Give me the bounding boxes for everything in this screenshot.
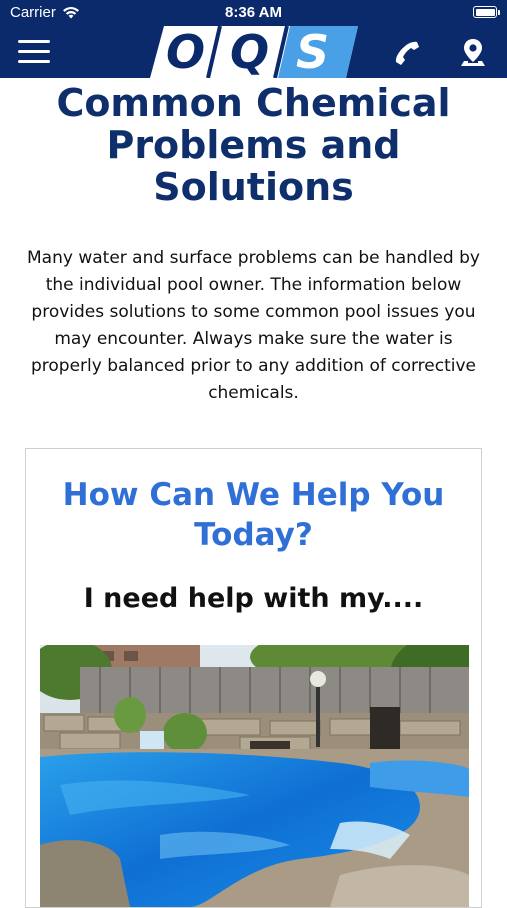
swimming-pool-photo (40, 645, 469, 907)
phone-icon[interactable] (392, 38, 422, 68)
menu-button[interactable] (18, 40, 50, 64)
battery-icon (473, 6, 500, 18)
clock: 8:36 AM (225, 4, 282, 21)
card-title: How Can We Help You Today? (62, 477, 445, 553)
logo-letter-o: O (166, 25, 206, 79)
menu-icon-bar (18, 60, 50, 63)
logo-letter-s: S (296, 25, 330, 79)
pool-image[interactable] (40, 645, 469, 907)
oqs-logo[interactable]: O Q S (150, 26, 358, 78)
card-subtitle: I need help with my.... (83, 583, 424, 614)
help-card: How Can We Help You Today? I need help w… (25, 448, 482, 908)
menu-icon-bar (18, 40, 50, 43)
logo-letter-q: Q (230, 25, 270, 79)
app-header: O Q S (0, 26, 507, 78)
status-bar: Carrier 8:36 AM (0, 0, 507, 26)
intro-paragraph: Many water and surface problems can be h… (27, 248, 480, 403)
menu-icon-bar (18, 50, 50, 53)
page-title: Common Chemical Problems and Solutions (56, 81, 451, 209)
location-pin-icon[interactable] (458, 37, 488, 69)
